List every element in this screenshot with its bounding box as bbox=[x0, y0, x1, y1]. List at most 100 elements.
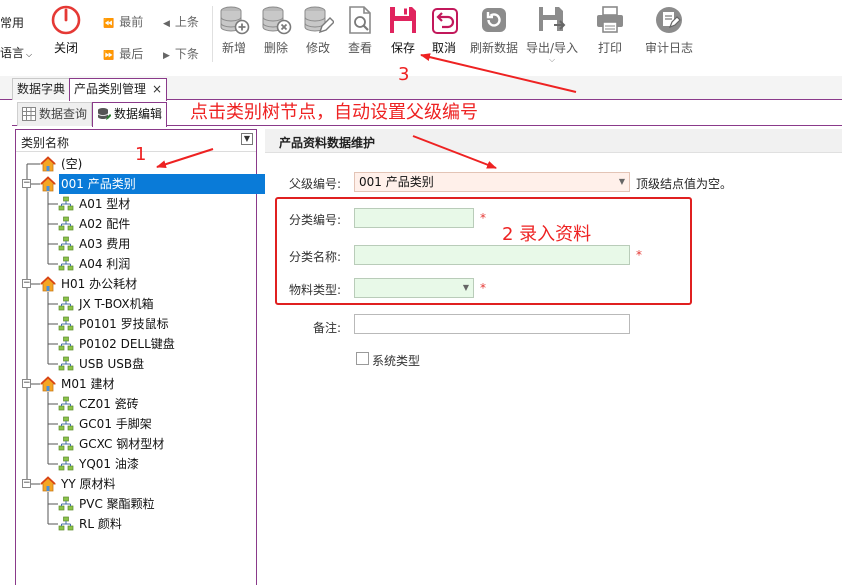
tree-node-label: PVC 聚酯颗粒 bbox=[79, 497, 155, 511]
hierarchy-icon bbox=[58, 216, 74, 232]
undo-icon bbox=[432, 8, 458, 34]
tree-node-label: CZ01 瓷砖 bbox=[79, 397, 139, 411]
language-menu[interactable]: 语言 ⌵ bbox=[0, 44, 32, 61]
document-tabs: 数据字典 产品类别管理 × bbox=[0, 76, 842, 101]
tab-data-query[interactable]: 数据查询 bbox=[17, 102, 93, 126]
tree-node-label: RL 颜料 bbox=[79, 517, 122, 531]
floppy-disk-icon bbox=[390, 7, 416, 33]
system-type-label: 系统类型 bbox=[372, 354, 421, 368]
chevron-down-icon[interactable]: ▼ bbox=[619, 173, 625, 191]
hierarchy-icon bbox=[58, 256, 74, 272]
cancel-button[interactable]: 取消 bbox=[422, 4, 466, 64]
instruction-annotation: 点击类别树节点，自动设置父级编号 bbox=[190, 102, 478, 123]
hierarchy-icon bbox=[58, 356, 74, 372]
tree-node-label: GCXC 钢材型材 bbox=[79, 437, 165, 451]
delete-button-label: 删除 bbox=[263, 41, 288, 55]
tree-node-label: 001 产品类别 bbox=[59, 174, 277, 194]
view-button-label: 查看 bbox=[347, 41, 372, 55]
floppy-export-icon bbox=[539, 7, 566, 31]
hierarchy-icon bbox=[58, 316, 74, 332]
delete-button[interactable]: 删除 bbox=[254, 4, 298, 64]
tree-node-label: GC01 手脚架 bbox=[79, 417, 152, 431]
nav-first-button[interactable]: ⏪ 最前 bbox=[103, 13, 143, 30]
hierarchy-icon bbox=[58, 516, 74, 532]
home-icon bbox=[39, 276, 57, 292]
collapse-icon[interactable]: − bbox=[22, 279, 31, 288]
filter-icon[interactable]: ▼ bbox=[241, 133, 253, 145]
add-button[interactable]: 新增 bbox=[212, 4, 256, 64]
tree-node-label: P0102 DELL键盘 bbox=[79, 337, 175, 351]
save-button-label: 保存 bbox=[390, 41, 415, 55]
hierarchy-icon bbox=[58, 296, 74, 312]
next-icon: ▶ bbox=[163, 51, 170, 61]
hierarchy-icon bbox=[58, 336, 74, 352]
first-icon: ⏪ bbox=[103, 19, 115, 29]
export-dropdown-icon[interactable]: ⌵ bbox=[525, 56, 579, 64]
category-tree: (空) 001 产品类别 − A01 型材 A02 配件 A03 费用 A04 利润 H01 … bbox=[16, 153, 277, 585]
nav-last-button[interactable]: ⏩ 最后 bbox=[103, 45, 143, 62]
print-button[interactable]: 打印 bbox=[588, 4, 632, 64]
power-icon bbox=[51, 5, 81, 35]
save-button[interactable]: 保存 bbox=[381, 4, 425, 64]
hierarchy-icon bbox=[58, 196, 74, 212]
nav-next-button[interactable]: ▶ 下条 bbox=[163, 45, 199, 62]
database-add-icon bbox=[220, 6, 250, 35]
hierarchy-icon bbox=[58, 496, 74, 512]
tree-node-label: USB USB盘 bbox=[79, 357, 145, 371]
parent-code-select[interactable]: 001 产品类别 ▼ bbox=[354, 172, 630, 192]
audit-log-button-label: 审计日志 bbox=[644, 41, 693, 55]
toolbar-left-group: 常用 语言 ⌵ bbox=[0, 0, 44, 74]
collapse-icon[interactable]: − bbox=[22, 179, 31, 188]
hierarchy-icon bbox=[58, 396, 74, 412]
hierarchy-icon bbox=[58, 456, 74, 472]
tree-node-label: P0101 罗技鼠标 bbox=[79, 317, 169, 331]
view-button[interactable]: 查看 bbox=[338, 4, 382, 64]
print-button-label: 打印 bbox=[597, 41, 622, 55]
tree-node-label: H01 办公耗材 bbox=[61, 277, 138, 291]
tree-node-label: JX T-BOX机箱 bbox=[79, 297, 154, 311]
tab-close-icon[interactable]: × bbox=[152, 82, 162, 96]
remark-input[interactable] bbox=[354, 314, 630, 334]
step3-annotation: 3 bbox=[398, 64, 410, 85]
nav-prev-button[interactable]: ◀ 上条 bbox=[163, 13, 199, 30]
tab-data-edit[interactable]: 数据编辑 bbox=[92, 102, 168, 127]
home-icon bbox=[39, 176, 57, 192]
collapse-icon[interactable]: − bbox=[22, 379, 31, 388]
system-type-checkbox[interactable] bbox=[356, 352, 369, 365]
document-search-icon bbox=[349, 6, 371, 34]
refresh-button[interactable]: 刷新数据 bbox=[470, 4, 518, 64]
cancel-button-label: 取消 bbox=[431, 41, 456, 55]
printer-icon bbox=[597, 6, 623, 33]
add-button-label: 新增 bbox=[221, 41, 246, 55]
export-import-button-label: 导出/导入 bbox=[525, 41, 579, 55]
form-group-header: 产品资料数据维护 bbox=[265, 129, 842, 153]
audit-log-button[interactable]: 审计日志 bbox=[642, 4, 696, 64]
parent-code-label: 父级编号: bbox=[289, 177, 342, 191]
input-area-highlight bbox=[275, 197, 692, 305]
grid-icon bbox=[22, 107, 36, 121]
prev-icon: ◀ bbox=[163, 19, 170, 29]
tab-data-dictionary[interactable]: 数据字典 bbox=[12, 78, 71, 100]
home-icon bbox=[39, 156, 57, 172]
database-edit-icon bbox=[304, 6, 334, 34]
tree-node-label: A02 配件 bbox=[79, 217, 131, 231]
tree-node-label: M01 建材 bbox=[61, 377, 115, 391]
collapse-icon[interactable]: − bbox=[22, 479, 31, 488]
tree-node-label: A01 型材 bbox=[79, 197, 131, 211]
tree-node-label: (空) bbox=[61, 157, 83, 171]
tab-product-category[interactable]: 产品类别管理 × bbox=[69, 78, 168, 101]
hierarchy-icon bbox=[58, 236, 74, 252]
hierarchy-icon bbox=[58, 416, 74, 432]
export-import-button[interactable]: 导出/导入 ⌵ bbox=[525, 4, 579, 64]
edit-button[interactable]: 修改 bbox=[296, 4, 340, 64]
form-group-title: 产品资料数据维护 bbox=[279, 136, 376, 150]
remark-label: 备注: bbox=[313, 321, 342, 335]
database-delete-icon bbox=[262, 6, 292, 35]
tree-node-label: A03 费用 bbox=[79, 237, 131, 251]
common-menu[interactable]: 常用 bbox=[0, 14, 24, 31]
tree-node-label: A04 利润 bbox=[79, 257, 131, 271]
parent-code-hint: 顶级结点值为空。 bbox=[636, 177, 733, 191]
close-button[interactable]: 关闭 bbox=[44, 4, 88, 64]
close-button-label: 关闭 bbox=[53, 41, 78, 55]
last-icon: ⏩ bbox=[103, 51, 115, 61]
